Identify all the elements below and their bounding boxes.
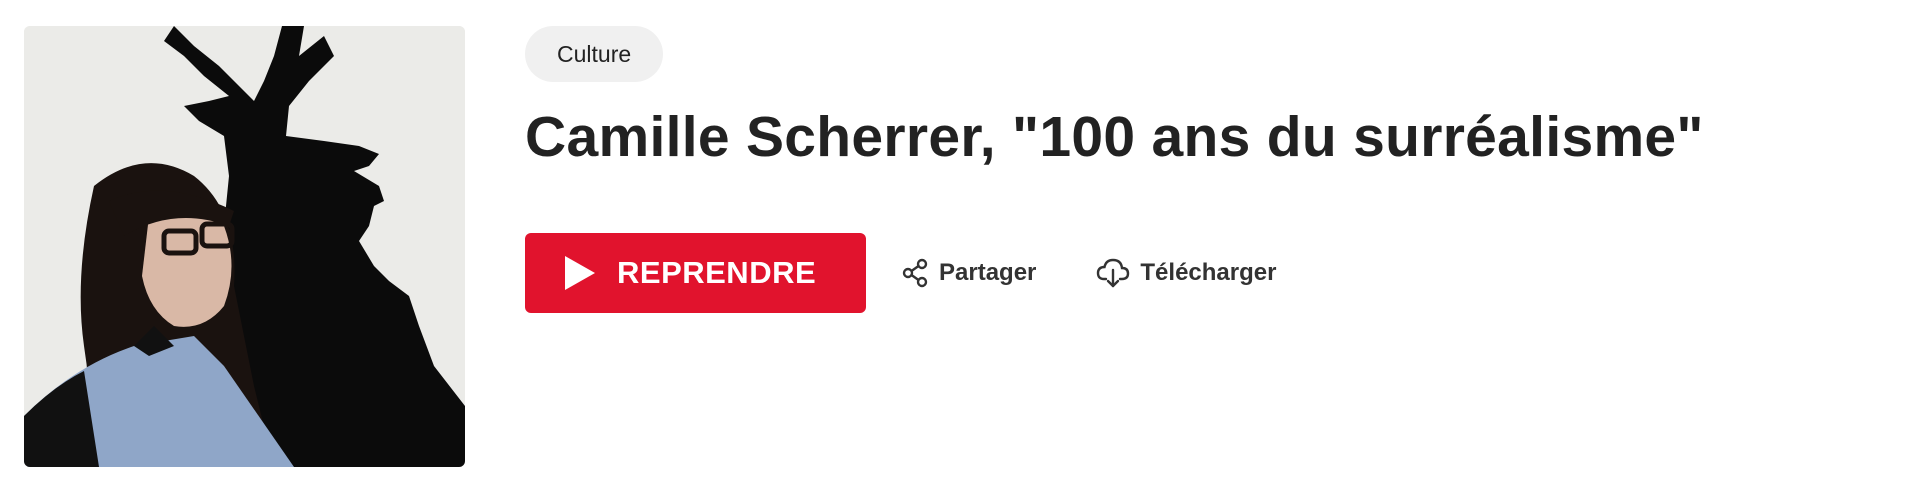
share-button-label: Partager: [939, 259, 1037, 286]
play-icon: [565, 256, 595, 290]
episode-header: Culture Camille Scherrer, "100 ans du su…: [0, 0, 1920, 483]
episode-cover-image[interactable]: [24, 26, 465, 467]
cloud-download-icon: [1097, 258, 1130, 288]
episode-actions: REPRENDRE Partager Télécharger: [525, 233, 1276, 313]
download-button[interactable]: Télécharger: [1096, 258, 1276, 288]
episode-info: Culture Camille Scherrer, "100 ans du su…: [525, 26, 1880, 313]
share-button[interactable]: Partager: [901, 258, 1036, 288]
episode-title: Camille Scherrer, "100 ans du surréalism…: [525, 105, 1704, 169]
resume-button-label: REPRENDRE: [617, 255, 817, 290]
category-tag[interactable]: Culture: [525, 26, 664, 82]
resume-button[interactable]: REPRENDRE: [525, 233, 866, 313]
download-button-label: Télécharger: [1140, 259, 1277, 286]
share-icon: [902, 258, 928, 288]
